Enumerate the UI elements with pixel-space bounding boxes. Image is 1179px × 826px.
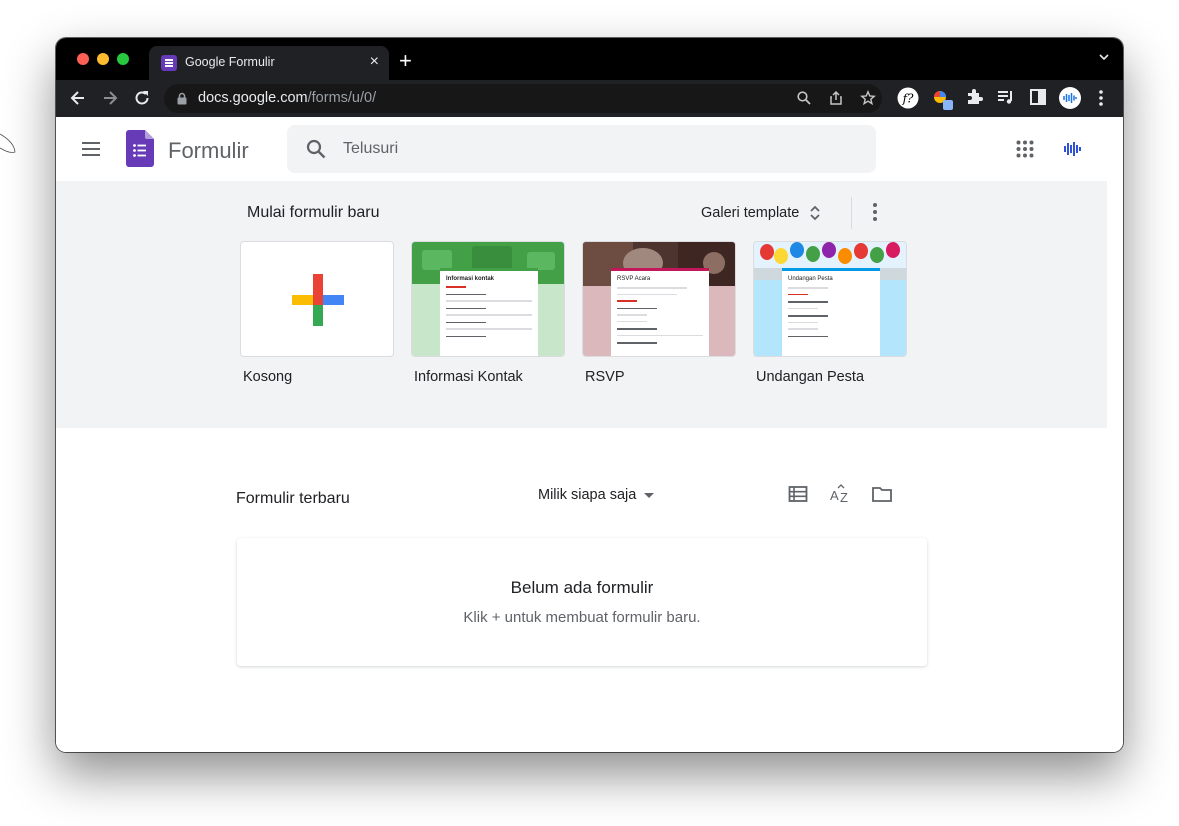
close-window-button[interactable] bbox=[77, 53, 89, 65]
lock-icon bbox=[177, 92, 187, 105]
tab-title: Google Formulir bbox=[185, 55, 275, 69]
template-thumbnail-rsvp[interactable]: RSVP Acara bbox=[582, 241, 736, 357]
forms-logo-icon[interactable] bbox=[126, 130, 154, 167]
empty-state-card: Belum ada formulir Klik + untuk membuat … bbox=[237, 538, 927, 666]
browser-tab-active[interactable]: Google Formulir × bbox=[149, 46, 389, 80]
svg-text:Z: Z bbox=[840, 490, 848, 505]
extensions-puzzle-icon[interactable] bbox=[964, 87, 984, 107]
browser-toolbar: docs.google.com/forms/u/0/ f? bbox=[56, 80, 1123, 117]
empty-state-subtitle: Klik + untuk membuat formulir baru. bbox=[463, 609, 701, 626]
app-header: Formulir bbox=[56, 117, 1123, 181]
search-input[interactable] bbox=[343, 138, 843, 160]
media-playlist-icon[interactable] bbox=[996, 87, 1016, 107]
template-preview-document: RSVP Acara bbox=[611, 268, 709, 356]
template-card-contact-info[interactable]: Informasi kontak Informasi Kontak bbox=[411, 241, 565, 385]
template-label: Undangan Pesta bbox=[756, 369, 865, 385]
template-card-rsvp[interactable]: RSVP Acara RSVP bbox=[582, 241, 736, 385]
desktop: Google Formulir × + docs.google.com/form… bbox=[0, 0, 1179, 826]
search-icon[interactable] bbox=[305, 138, 327, 160]
address-bar[interactable]: docs.google.com/forms/u/0/ bbox=[164, 84, 882, 113]
folder-icon[interactable] bbox=[871, 483, 893, 505]
template-gallery-label: Galeri template bbox=[701, 205, 800, 221]
forms-favicon-icon bbox=[161, 55, 177, 71]
gallery-divider bbox=[851, 197, 852, 229]
svg-text:f?: f? bbox=[902, 92, 914, 106]
unfold-chevrons-icon bbox=[810, 205, 820, 221]
template-card-party-invite[interactable]: Undangan Pesta Undangan Pesta bbox=[753, 241, 907, 385]
url-host: docs.google.com bbox=[198, 90, 308, 106]
template-preview-document: Undangan Pesta bbox=[782, 268, 880, 356]
template-preview-document: Informasi kontak bbox=[440, 268, 538, 356]
back-arrow-icon[interactable] bbox=[68, 88, 88, 108]
zoom-window-button[interactable] bbox=[117, 53, 129, 65]
browser-window: Google Formulir × + docs.google.com/form… bbox=[56, 38, 1123, 752]
color-picker-extension-icon[interactable] bbox=[931, 87, 955, 111]
app-brand-name[interactable]: Formulir bbox=[168, 138, 249, 164]
url-path: /forms/u/0/ bbox=[307, 90, 377, 106]
formula-extension-icon[interactable]: f? bbox=[897, 87, 919, 109]
template-thumbnail-blank[interactable] bbox=[240, 241, 394, 357]
template-preview-title: Undangan Pesta bbox=[788, 276, 833, 282]
template-gallery: Mulai formulir baru Galeri template Koso… bbox=[56, 181, 1107, 428]
more-options-kebab-icon[interactable] bbox=[866, 201, 884, 223]
template-preview-title: RSVP Acara bbox=[617, 276, 651, 282]
owner-filter-dropdown[interactable]: Milik siapa saja bbox=[538, 487, 655, 503]
gallery-title: Mulai formulir baru bbox=[247, 204, 380, 221]
template-thumbnail-party-invite[interactable]: Undangan Pesta bbox=[753, 241, 907, 357]
share-icon[interactable] bbox=[828, 90, 844, 106]
tab-search-chevron-icon[interactable] bbox=[1099, 52, 1109, 62]
template-label: Kosong bbox=[243, 369, 293, 385]
template-gallery-button[interactable]: Galeri template bbox=[695, 196, 827, 230]
sort-az-icon[interactable]: A Z bbox=[829, 483, 851, 505]
url-text: docs.google.com/forms/u/0/ bbox=[198, 90, 376, 106]
tab-strip: Google Formulir × + bbox=[56, 38, 1123, 80]
multicolor-plus-icon bbox=[292, 274, 344, 326]
reload-icon[interactable] bbox=[132, 88, 152, 108]
template-card-blank[interactable]: Kosong bbox=[240, 241, 394, 385]
recent-forms-title: Formulir terbaru bbox=[236, 490, 350, 507]
tab-close-icon[interactable]: × bbox=[370, 52, 379, 72]
account-avatar-icon[interactable] bbox=[1063, 139, 1083, 159]
desktop-sketch-stroke bbox=[0, 133, 16, 153]
new-tab-button[interactable]: + bbox=[399, 49, 412, 73]
zoom-magnifier-icon[interactable] bbox=[796, 90, 812, 106]
main-menu-hamburger-icon[interactable] bbox=[82, 142, 102, 156]
svg-text:A: A bbox=[830, 488, 839, 503]
browser-menu-kebab-icon[interactable] bbox=[1094, 87, 1108, 109]
dropdown-caret-icon bbox=[644, 492, 655, 498]
template-preview-title: Informasi kontak bbox=[446, 276, 495, 282]
bookmark-star-icon[interactable] bbox=[860, 90, 876, 106]
template-label: Informasi Kontak bbox=[414, 369, 523, 385]
empty-state-title: Belum ada formulir bbox=[510, 578, 654, 597]
google-apps-grid-icon[interactable] bbox=[1016, 140, 1034, 158]
profile-avatar-icon[interactable] bbox=[1058, 86, 1082, 110]
template-label: RSVP bbox=[585, 369, 625, 385]
minimize-window-button[interactable] bbox=[97, 53, 109, 65]
forms-page: Formulir Telusuri Mulai formulir baru Ga… bbox=[56, 117, 1123, 752]
side-panel-icon[interactable] bbox=[1028, 87, 1048, 107]
search-box[interactable] bbox=[287, 125, 876, 173]
template-thumbnail-contact-info[interactable]: Informasi kontak bbox=[411, 241, 565, 357]
list-view-icon[interactable] bbox=[787, 483, 809, 505]
forward-arrow-icon[interactable] bbox=[100, 88, 120, 108]
owner-filter-label: Milik siapa saja bbox=[538, 487, 637, 503]
